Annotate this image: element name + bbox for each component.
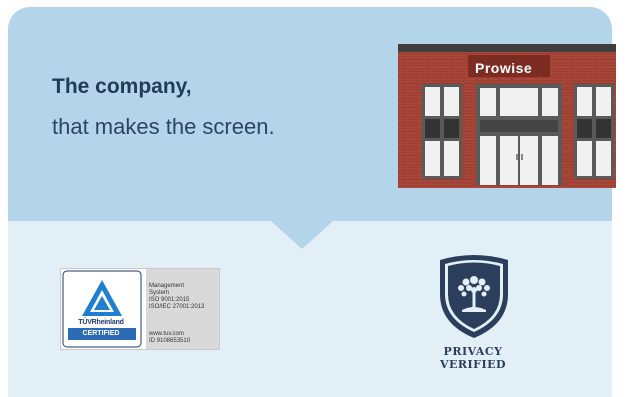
tuv-line-1: Management [149, 283, 185, 289]
tuv-url: www.tuv.com [149, 331, 184, 337]
tuv-line-3: ISO 9001:2015 [149, 297, 190, 303]
privacy-shield-icon [440, 255, 508, 338]
speech-notch [262, 213, 342, 249]
tuv-certified-label: CERTIFIED [82, 330, 120, 337]
tuv-id: ID 9108653510 [149, 338, 191, 344]
tuv-brand-text: TÜVRheinland [78, 319, 124, 326]
privacy-line-2: VERIFIED [439, 358, 507, 371]
building-sign-text: Prowise [475, 60, 533, 76]
tuv-line-4: ISO/IEC 27001:2013 [149, 304, 205, 310]
headline: The company, [52, 75, 192, 98]
subline: that makes the screen. [52, 114, 275, 139]
privacy-line-1: PRIVACY [443, 345, 503, 358]
privacy-verified-label: PRIVACY VERIFIED [420, 345, 526, 371]
tuv-line-2: System [149, 290, 170, 296]
